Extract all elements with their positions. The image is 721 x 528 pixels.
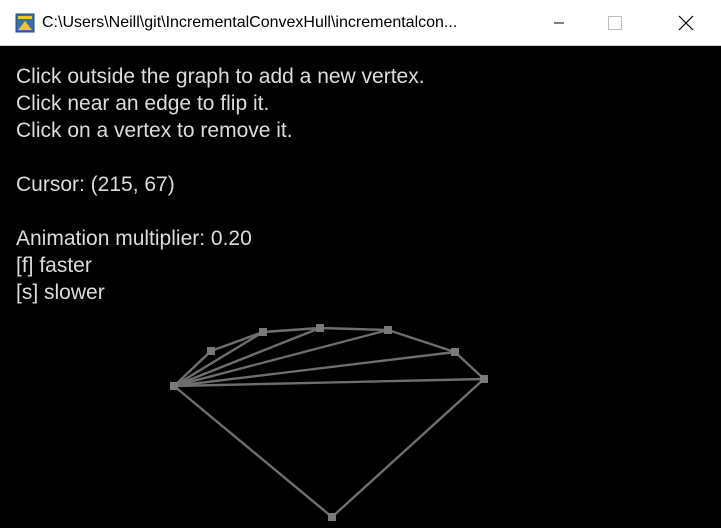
- maximize-icon: [608, 16, 622, 30]
- hull-edge: [319, 326, 389, 332]
- minimize-button[interactable]: [536, 0, 582, 45]
- triangulation-graph[interactable]: [0, 46, 721, 528]
- vertex: [451, 348, 459, 356]
- app-icon: [15, 13, 35, 33]
- app-window: C:\Users\Neill\git\IncrementalConvexHull…: [0, 0, 721, 528]
- close-button[interactable]: [662, 0, 708, 45]
- title-bar[interactable]: C:\Users\Neill\git\IncrementalConvexHull…: [0, 0, 721, 46]
- hull-edge: [331, 378, 485, 518]
- vertex: [328, 513, 336, 521]
- vertex: [170, 382, 178, 390]
- hull-edge: [454, 351, 485, 380]
- minimize-icon: [554, 22, 564, 24]
- hull-edge: [173, 385, 333, 518]
- vertex: [384, 326, 392, 334]
- vertex: [316, 324, 324, 332]
- vertex: [259, 328, 267, 336]
- hull-edge: [387, 328, 456, 354]
- interior-edge: [173, 328, 389, 388]
- maximize-button[interactable]: [592, 0, 638, 45]
- window-title: C:\Users\Neill\git\IncrementalConvexHull…: [42, 14, 458, 31]
- vertex: [207, 347, 215, 355]
- close-icon: [678, 15, 694, 31]
- vertex: [480, 375, 488, 383]
- graph-canvas[interactable]: Click outside the graph to add a new ver…: [0, 46, 721, 528]
